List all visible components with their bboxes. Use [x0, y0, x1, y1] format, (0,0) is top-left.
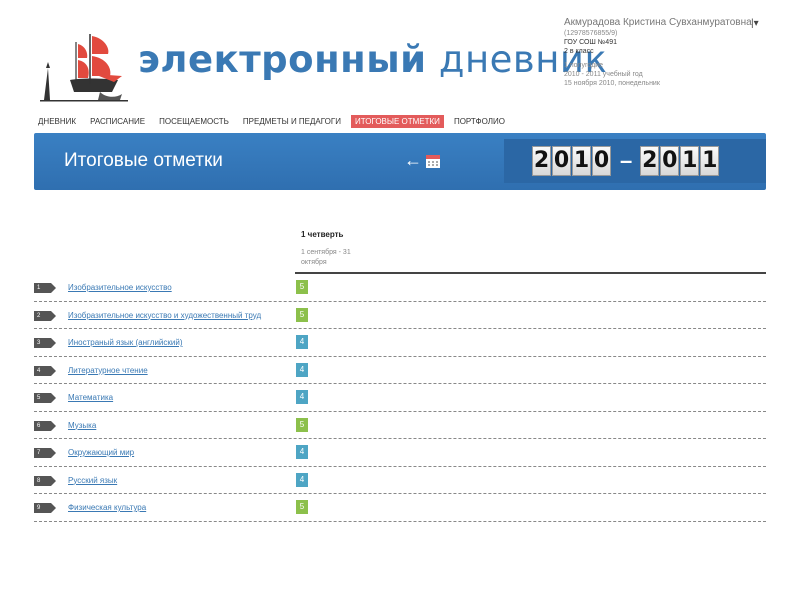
term-label: 1 полугодие	[564, 62, 603, 69]
year-to-digit: 2	[640, 146, 660, 176]
ship-logo-icon	[40, 34, 128, 102]
year-to-digit: 1	[680, 146, 700, 176]
grade-row: 8 Русский язык 4	[34, 467, 766, 494]
year-to: 2011	[640, 146, 720, 176]
subject-link[interactable]: Физическая культура	[68, 503, 146, 512]
grade-badge[interactable]: 5	[296, 417, 308, 432]
grade-row: 6 Музыка 5	[34, 412, 766, 439]
site-brand: электронный дневник	[138, 38, 607, 82]
row-number: 8	[34, 475, 56, 486]
user-name: Акмурадова Кристина Сувханмуратовна	[564, 17, 752, 28]
subject-link[interactable]: Музыка	[68, 421, 96, 430]
subject-link[interactable]: Литературное чтение	[68, 366, 148, 375]
row-number: 9	[34, 503, 56, 513]
brand-part1: электронный	[138, 38, 427, 81]
grade-badge[interactable]: 4	[296, 362, 308, 377]
grade-badge[interactable]: 4	[296, 472, 308, 487]
nav-item[interactable]: ДНЕВНИК	[34, 115, 80, 128]
subject-link[interactable]: Русский язык	[68, 476, 117, 485]
user-phone: (12978576855/9)	[564, 30, 618, 37]
grade-row: 4 Литературное чтение 4	[34, 357, 766, 384]
nav-item[interactable]: ПРЕДМЕТЫ И ПЕДАГОГИ	[239, 115, 345, 128]
grade-badge[interactable]: 4	[296, 335, 308, 349]
date-label: 15 ноября 2010, понедельник	[564, 80, 660, 87]
grade-badge[interactable]: 5	[296, 280, 308, 294]
grade-row: 1 Изобразительное искусство 5	[34, 274, 766, 302]
grade-badge[interactable]: 5	[296, 500, 308, 514]
quarter-header: 1 четверть 1 сентября - 31 октября	[301, 230, 361, 268]
nav-item[interactable]: ПОСЕЩАЕМОСТЬ	[155, 115, 233, 128]
grade-row: 5 Математика 4	[34, 384, 766, 412]
year-label: 2010 - 2011 учебный год	[564, 71, 643, 78]
nav-item[interactable]: ИТОГОВЫЕ ОТМЕТКИ	[350, 114, 444, 128]
year-from-digit: 2	[532, 146, 551, 176]
section-banner: Итоговые отметки ← 2010 – 2011	[34, 133, 766, 190]
page-title: Итоговые отметки	[64, 150, 223, 171]
subject-link[interactable]: Изобразительное искусство и художественн…	[68, 311, 261, 320]
quarter-range: 1 сентября - 31 октября	[301, 249, 351, 266]
row-number: 5	[34, 393, 56, 403]
row-number: 7	[34, 448, 56, 458]
user-menu-dropdown-icon[interactable]: |▾	[751, 18, 759, 29]
nav-item[interactable]: РАСПИСАНИЕ	[86, 115, 149, 128]
year-selector[interactable]: 2010 – 2011	[504, 139, 766, 183]
quarter-name: 1 четверть	[301, 230, 344, 239]
nav-item[interactable]: ПОРТФОЛИО	[450, 115, 509, 128]
calendar-icon[interactable]	[426, 154, 440, 168]
grade-row: 3 Иностраный язык (английский) 4	[34, 329, 766, 357]
user-info: Акмурадова Кристина Сувханмуратовна (129…	[564, 17, 754, 88]
main-nav: ДНЕВНИК РАСПИСАНИЕ ПОСЕЩАЕМОСТЬ ПРЕДМЕТЫ И …	[34, 113, 515, 129]
year-from-digit: 0	[592, 146, 611, 176]
row-number: 1	[34, 283, 56, 293]
row-number: 3	[34, 338, 56, 348]
user-school: ГОУ СОШ №491	[564, 39, 617, 46]
user-class: 2 в класс	[564, 48, 594, 55]
subject-link[interactable]: Изобразительное искусство	[68, 283, 172, 292]
back-arrow-icon[interactable]: ←	[404, 150, 422, 171]
user-period: 1 полугодие 2010 - 2011 учебный год 15 н…	[564, 61, 754, 88]
subject-link[interactable]: Иностраный язык (английский)	[68, 338, 183, 347]
year-from: 2010	[532, 146, 612, 176]
year-from-digit: 0	[552, 146, 571, 176]
grade-row: 2 Изобразительное искусство и художествен…	[34, 302, 766, 329]
year-dash: –	[620, 148, 633, 173]
subject-link[interactable]: Окружающий мир	[68, 448, 134, 457]
subject-link[interactable]: Математика	[68, 393, 113, 402]
grade-row: 7 Окружающий мир 4	[34, 439, 766, 467]
grades-table: 1 Изобразительное искусство 5 2 Изобразитель…	[34, 274, 766, 522]
grade-badge[interactable]: 4	[296, 445, 308, 459]
year-to-digit: 0	[660, 146, 680, 176]
grade-badge[interactable]: 5	[296, 307, 308, 322]
grade-badge[interactable]: 4	[296, 390, 308, 404]
row-number: 2	[34, 310, 56, 321]
grade-row: 9 Физическая культура 5	[34, 494, 766, 522]
year-to-digit: 1	[700, 146, 720, 176]
year-from-digit: 1	[572, 146, 591, 176]
row-number: 6	[34, 420, 56, 431]
row-number: 4	[34, 365, 56, 376]
